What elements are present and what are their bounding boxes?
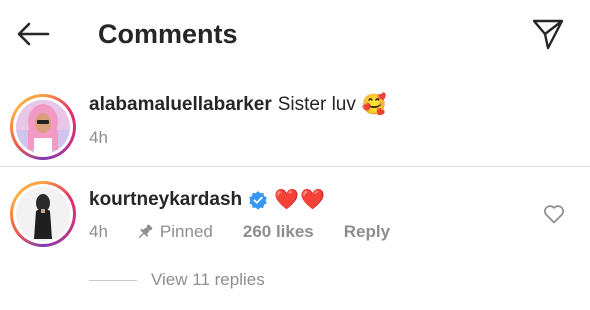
- avatar-image-alabama: [16, 100, 70, 154]
- caption-meta: 4h: [89, 128, 108, 148]
- arrow-left-icon: [17, 22, 50, 46]
- divider: [0, 166, 590, 167]
- comment-timestamp: 4h: [89, 222, 108, 241]
- avatar-image-kourtney: [16, 187, 70, 241]
- verified-badge-icon: [249, 191, 267, 210]
- comment-username[interactable]: kourtneykardash: [89, 187, 242, 213]
- caption-line: alabamaluellabarker Sister luv 🥰: [89, 92, 387, 118]
- caption-text: Sister luv: [277, 94, 356, 115]
- likes-count[interactable]: 260 likes: [243, 222, 314, 242]
- pin-icon: [138, 224, 153, 239]
- pinned-label: Pinned: [159, 222, 213, 241]
- page-title: Comments: [98, 19, 238, 49]
- avatar[interactable]: [10, 94, 76, 160]
- smiling-hearts-emoji-icon: 🥰: [361, 94, 387, 116]
- caption-username[interactable]: alabamaluellabarker: [89, 92, 272, 118]
- reply-button[interactable]: Reply: [344, 222, 390, 242]
- header-bar: Comments: [0, 0, 590, 68]
- comment-line: kourtneykardash ❤️ ❤️: [89, 187, 325, 213]
- comment-meta: 4h Pinned 260 likes Reply: [89, 222, 390, 242]
- share-button[interactable]: [528, 15, 568, 53]
- paper-plane-icon: [532, 19, 564, 50]
- comment-hearts: ❤️ ❤️: [274, 187, 325, 213]
- view-replies-button[interactable]: View 11 replies: [89, 270, 265, 290]
- red-heart-icon: ❤️: [274, 189, 300, 211]
- heart-outline-icon[interactable]: [543, 204, 565, 224]
- back-button[interactable]: [14, 16, 52, 52]
- view-replies-label: View 11 replies: [151, 270, 265, 289]
- caption-timestamp: 4h: [89, 128, 108, 147]
- red-heart-icon: ❤️: [300, 189, 325, 211]
- caption-comment: alabamaluellabarker Sister luv 🥰 4h: [0, 86, 590, 166]
- avatar[interactable]: [10, 181, 76, 247]
- view-replies-line: [89, 279, 137, 281]
